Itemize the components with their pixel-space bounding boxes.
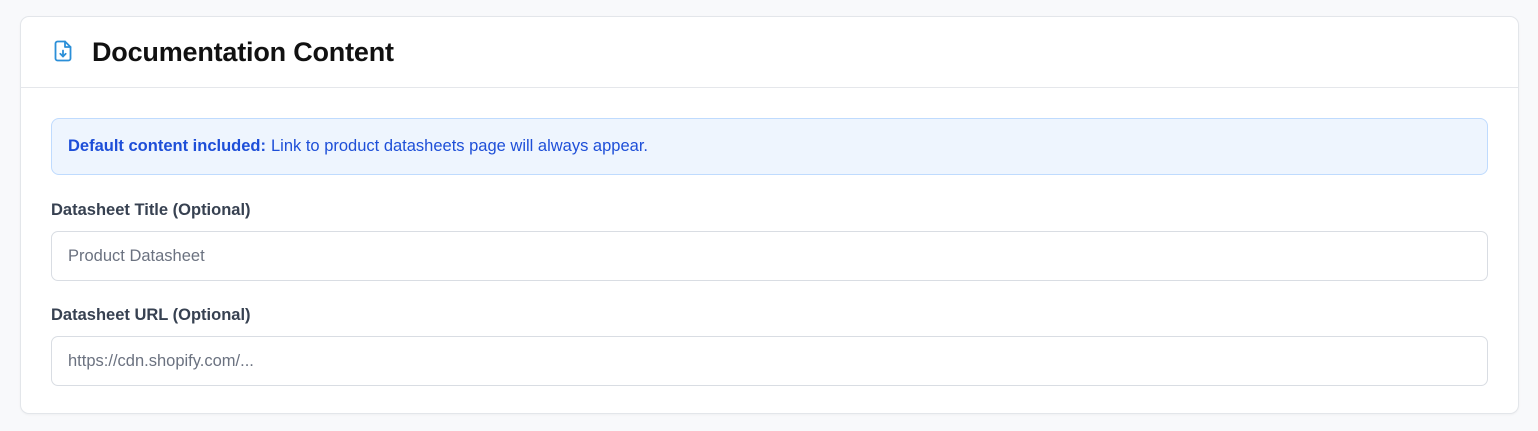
file-download-icon bbox=[52, 40, 74, 62]
info-banner-text: Link to product datasheets page will alw… bbox=[271, 137, 648, 155]
card-title: Documentation Content bbox=[92, 36, 394, 67]
info-banner-strong: Default content included: bbox=[68, 137, 266, 155]
datasheet-title-label: Datasheet Title (Optional) bbox=[51, 201, 251, 219]
documentation-content-card: Documentation Content Default content in… bbox=[20, 16, 1519, 414]
datasheet-url-input[interactable] bbox=[51, 336, 1488, 386]
datasheet-url-label: Datasheet URL (Optional) bbox=[51, 306, 251, 324]
datasheet-title-input[interactable] bbox=[51, 231, 1488, 281]
card-body: Default content included: Link to produc… bbox=[21, 88, 1518, 386]
info-banner: Default content included: Link to produc… bbox=[51, 118, 1488, 175]
card-header: Documentation Content bbox=[21, 17, 1518, 88]
